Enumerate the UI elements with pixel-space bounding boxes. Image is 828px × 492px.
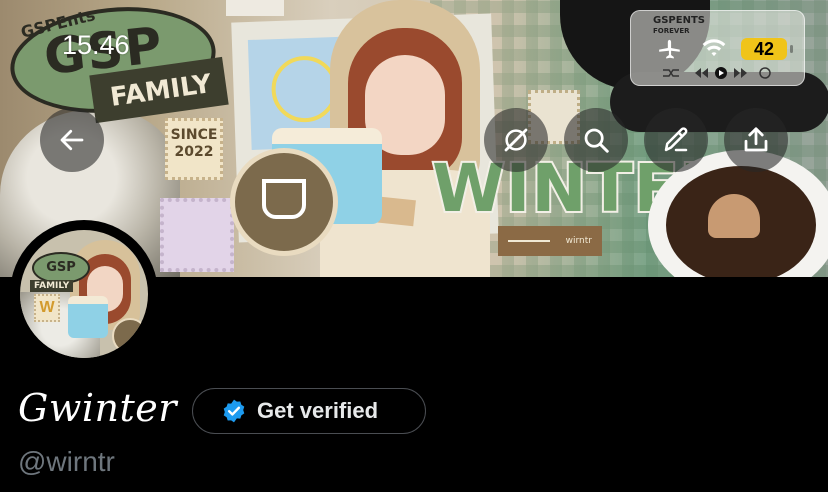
media-controls-icon bbox=[663, 67, 771, 79]
edit-icon bbox=[664, 127, 688, 152]
share-icon bbox=[744, 127, 768, 152]
verified-badge-icon bbox=[223, 399, 245, 423]
get-verified-label: Get verified bbox=[257, 398, 379, 423]
avatar-cake bbox=[68, 296, 108, 338]
display-name: Gwinter bbox=[18, 386, 177, 430]
grok-icon bbox=[504, 128, 528, 152]
avatar-cup-badge bbox=[112, 318, 148, 354]
banner-top-stamp bbox=[226, 0, 284, 16]
banner-since-stamp: SINCE 2022 bbox=[165, 118, 223, 180]
search-icon bbox=[584, 128, 609, 153]
status-widget: GSPENTS FOREVER 42 bbox=[630, 10, 805, 86]
battery-indicator: 42 bbox=[741, 38, 793, 60]
back-button[interactable] bbox=[40, 108, 104, 172]
banner-small-stamp bbox=[160, 198, 234, 272]
avatar[interactable]: GSP FAMILY W bbox=[20, 230, 148, 358]
cup-icon bbox=[262, 179, 306, 219]
status-time: 15.46 bbox=[62, 30, 130, 60]
status-widget-brand-text: GSPENTS bbox=[653, 15, 705, 26]
share-button[interactable] bbox=[724, 108, 788, 172]
edit-button[interactable] bbox=[644, 108, 708, 172]
get-verified-button[interactable]: Get verified bbox=[192, 388, 426, 434]
airplane-icon bbox=[659, 39, 680, 59]
grok-button[interactable] bbox=[484, 108, 548, 172]
avatar-family-text: FAMILY bbox=[30, 280, 74, 292]
avatar-letter-stamp: W bbox=[34, 294, 60, 322]
banner-cup-stamp bbox=[230, 148, 338, 256]
back-arrow-icon bbox=[60, 129, 84, 151]
search-button[interactable] bbox=[564, 108, 628, 172]
wifi-icon bbox=[702, 39, 726, 57]
profile-handle: @wirntr bbox=[18, 446, 115, 477]
banner-handle-tag: wirntr bbox=[498, 226, 602, 256]
coffee-latte-heart bbox=[708, 194, 760, 238]
status-widget-brand: GSPENTS FOREVER bbox=[653, 16, 705, 36]
